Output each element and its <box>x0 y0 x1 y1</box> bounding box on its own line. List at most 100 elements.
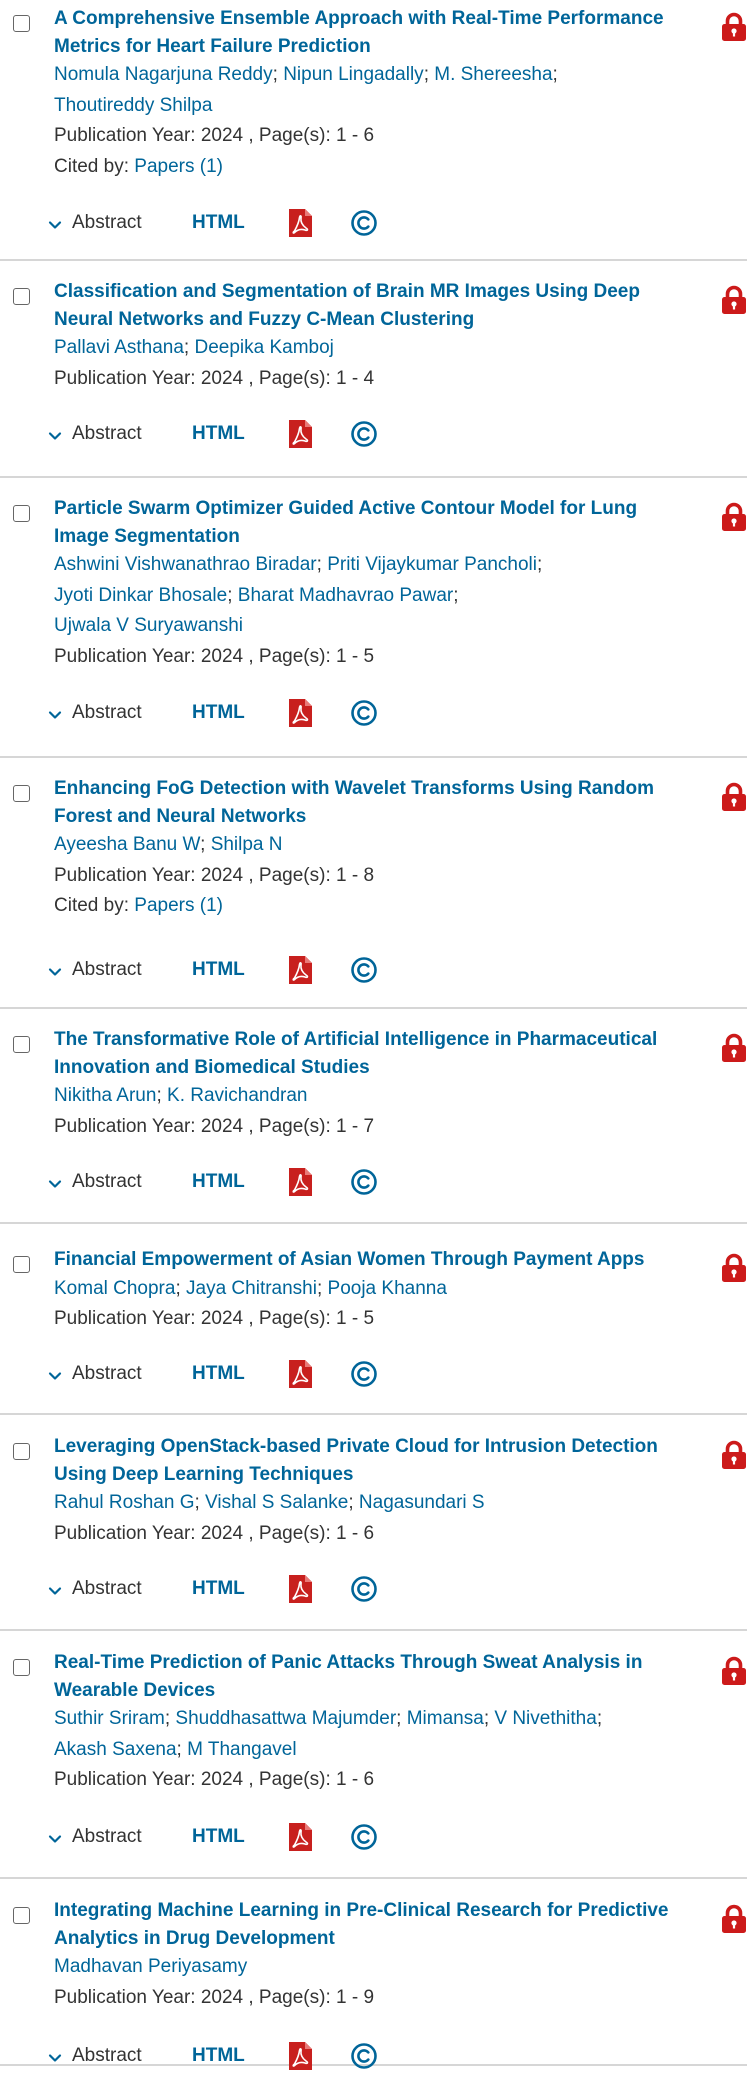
pdf-icon[interactable] <box>288 956 312 984</box>
result-actions: Abstract HTML <box>48 1167 378 1197</box>
abstract-toggle-button[interactable]: Abstract <box>48 1171 192 1193</box>
author-link[interactable]: Pallavi Asthana <box>54 337 184 358</box>
abstract-toggle-button[interactable]: Abstract <box>48 1826 192 1848</box>
author-separator: ; <box>348 1492 359 1513</box>
author-link[interactable]: Ujwala V Suryawanshi <box>54 615 243 636</box>
select-result-checkbox[interactable] <box>13 1256 30 1273</box>
author-link[interactable]: Thoutireddy Shilpa <box>54 95 212 116</box>
pdf-icon[interactable] <box>288 699 312 727</box>
chevron-down-icon <box>48 963 62 977</box>
abstract-label: Abstract <box>72 423 142 444</box>
author-link[interactable]: Komal Chopra <box>54 1278 175 1299</box>
html-fulltext-link[interactable]: HTML <box>192 212 288 234</box>
abstract-toggle-button[interactable]: Abstract <box>48 1578 192 1600</box>
author-link[interactable]: Vishal S Salanke <box>205 1492 348 1513</box>
abstract-toggle-button[interactable]: Abstract <box>48 423 192 445</box>
author-link[interactable]: Shilpa N <box>211 834 283 855</box>
select-result-checkbox[interactable] <box>13 1907 30 1924</box>
cited-by-papers-link[interactable]: Papers (1) <box>134 156 223 177</box>
select-result-checkbox[interactable] <box>13 288 30 305</box>
result-authors: Nomula Nagarjuna Reddy; Nipun Lingadally… <box>54 60 693 121</box>
author-link[interactable]: Pooja Khanna <box>328 1278 447 1299</box>
result-title-link[interactable]: Real-Time Prediction of Panic Attacks Th… <box>54 1649 693 1704</box>
html-fulltext-link[interactable]: HTML <box>192 702 288 724</box>
select-result-checkbox[interactable] <box>13 1659 30 1676</box>
publication-info: Publication Year: 2024 , Page(s): 1 - 6 <box>54 1769 375 1790</box>
copyright-icon[interactable] <box>350 1360 378 1388</box>
author-separator: ; <box>423 64 435 85</box>
author-link[interactable]: Suthir Sriram <box>54 1708 165 1729</box>
result-authors: Ashwini Vishwanathrao Biradar; Priti Vij… <box>54 550 693 642</box>
author-link[interactable]: Ashwini Vishwanathrao Biradar <box>54 554 317 575</box>
author-separator: ; <box>272 64 284 85</box>
html-fulltext-link[interactable]: HTML <box>192 1171 288 1193</box>
author-link[interactable]: M. Shereesha <box>434 64 552 85</box>
author-link[interactable]: Rahul Roshan G <box>54 1492 194 1513</box>
author-link[interactable]: Jyoti Dinkar Bhosale <box>54 585 227 606</box>
author-link[interactable]: Nikitha Arun <box>54 1085 156 1106</box>
result-title-link[interactable]: Enhancing FoG Detection with Wavelet Tra… <box>54 775 693 830</box>
abstract-toggle-button[interactable]: Abstract <box>48 212 192 234</box>
select-result-checkbox[interactable] <box>13 15 30 32</box>
author-link[interactable]: Jaya Chitranshi <box>186 1278 317 1299</box>
author-link[interactable]: Madhavan Periyasamy <box>54 1956 247 1977</box>
author-link[interactable]: Deepika Kamboj <box>194 337 333 358</box>
author-link[interactable]: Bharat Madhavrao Pawar <box>238 585 453 606</box>
author-link[interactable]: Akash Saxena <box>54 1739 177 1760</box>
publication-info: Publication Year: 2024 , Page(s): 1 - 6 <box>54 125 375 146</box>
author-link[interactable]: Ayeesha Banu W <box>54 834 200 855</box>
abstract-label: Abstract <box>72 1826 142 1847</box>
html-fulltext-link[interactable]: HTML <box>192 1363 288 1385</box>
author-link[interactable]: M Thangavel <box>187 1739 297 1760</box>
html-fulltext-link[interactable]: HTML <box>192 2045 288 2067</box>
author-link[interactable]: Nagasundari S <box>359 1492 485 1513</box>
author-separator: ; <box>175 1277 187 1299</box>
author-link[interactable]: V Nivethitha <box>494 1708 596 1729</box>
author-separator: ; <box>176 1738 188 1760</box>
select-result-checkbox[interactable] <box>13 505 30 522</box>
abstract-toggle-button[interactable]: Abstract <box>48 702 192 724</box>
author-link[interactable]: K. Ravichandran <box>167 1085 307 1106</box>
copyright-icon[interactable] <box>350 1823 378 1851</box>
copyright-icon[interactable] <box>350 956 378 984</box>
select-result-checkbox[interactable] <box>13 785 30 802</box>
result-title-link[interactable]: Classification and Segmentation of Brain… <box>54 278 693 333</box>
select-result-checkbox[interactable] <box>13 1443 30 1460</box>
author-link[interactable]: Shuddhasattwa Majumder <box>175 1708 396 1729</box>
copyright-icon[interactable] <box>350 420 378 448</box>
author-link[interactable]: Priti Vijaykumar Pancholi <box>327 554 537 575</box>
pdf-icon[interactable] <box>288 1360 312 1388</box>
pdf-icon[interactable] <box>288 209 312 237</box>
result-title-link[interactable]: Leveraging OpenStack-based Private Cloud… <box>54 1433 693 1488</box>
search-result-item: Leveraging OpenStack-based Private Cloud… <box>0 1415 747 1631</box>
select-result-checkbox[interactable] <box>13 1036 30 1053</box>
result-title-link[interactable]: A Comprehensive Ensemble Approach with R… <box>54 5 693 60</box>
result-authors: Pallavi Asthana; Deepika Kamboj <box>54 333 693 364</box>
lock-icon <box>721 502 747 532</box>
abstract-toggle-button[interactable]: Abstract <box>48 1363 192 1385</box>
copyright-icon[interactable] <box>350 699 378 727</box>
html-fulltext-link[interactable]: HTML <box>192 1826 288 1848</box>
author-link[interactable]: Mimansa <box>407 1708 484 1729</box>
pdf-icon[interactable] <box>288 1575 312 1603</box>
abstract-label: Abstract <box>72 959 142 980</box>
html-fulltext-link[interactable]: HTML <box>192 959 288 981</box>
abstract-toggle-button[interactable]: Abstract <box>48 959 192 981</box>
copyright-icon[interactable] <box>350 1575 378 1603</box>
pdf-icon[interactable] <box>288 1168 312 1196</box>
html-fulltext-link[interactable]: HTML <box>192 423 288 445</box>
result-title-link[interactable]: The Transformative Role of Artificial In… <box>54 1026 693 1081</box>
author-link[interactable]: Nomula Nagarjuna Reddy <box>54 64 273 85</box>
author-link[interactable]: Nipun Lingadally <box>283 64 424 85</box>
html-fulltext-link[interactable]: HTML <box>192 1578 288 1600</box>
result-title-link[interactable]: Integrating Machine Learning in Pre-Clin… <box>54 1897 693 1952</box>
result-title-link[interactable]: Particle Swarm Optimizer Guided Active C… <box>54 495 693 550</box>
result-title-link[interactable]: Financial Empowerment of Asian Women Thr… <box>54 1246 693 1274</box>
pdf-icon[interactable] <box>288 1823 312 1851</box>
copyright-icon[interactable] <box>350 209 378 237</box>
lock-icon <box>721 1033 747 1063</box>
abstract-toggle-button[interactable]: Abstract <box>48 2045 192 2067</box>
cited-by-papers-link[interactable]: Papers (1) <box>134 895 223 916</box>
copyright-icon[interactable] <box>350 1168 378 1196</box>
pdf-icon[interactable] <box>288 420 312 448</box>
